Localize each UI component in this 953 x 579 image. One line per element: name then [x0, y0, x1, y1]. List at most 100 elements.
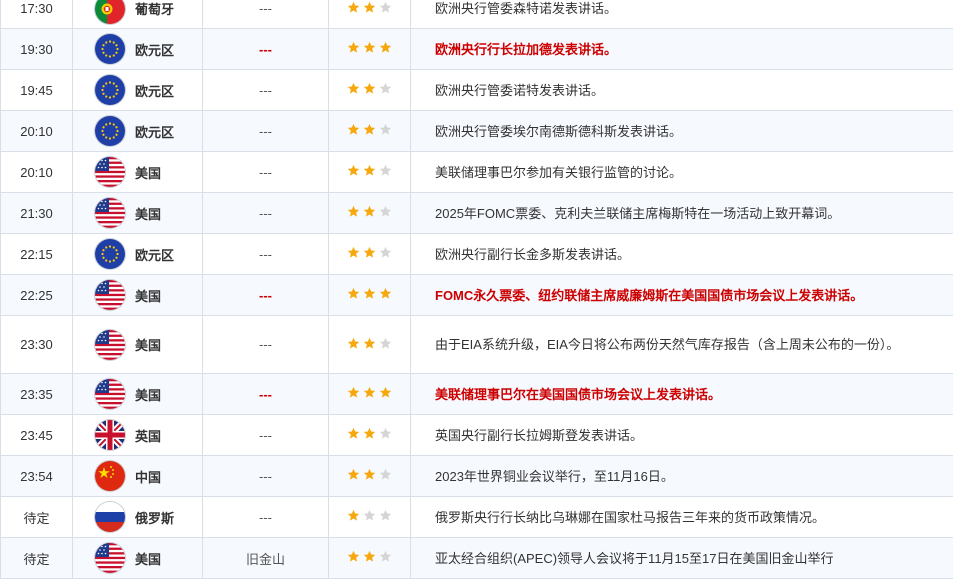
table-row[interactable]: 待定俄罗斯---俄罗斯央行行长纳比乌琳娜在国家杜马报告三年来的货币政策情况。	[1, 497, 953, 538]
city-cell: ---	[203, 374, 329, 415]
russia-flag-icon	[95, 502, 125, 532]
star-filled-icon	[347, 386, 360, 399]
eu-flag-icon	[95, 75, 125, 105]
event-description[interactable]: 美联储理事巴尔在美国国债市场会议上发表讲话。	[435, 387, 721, 402]
event-description[interactable]: 欧洲央行行长拉加德发表讲话。	[435, 42, 617, 57]
table-row[interactable]: 23:45 英国 --- 英国央行副行长拉姆斯登发表讲话。	[1, 415, 953, 456]
importance-cell	[329, 374, 411, 415]
event-description[interactable]: 2023年世界铜业会议举行，至11月16日。	[435, 469, 674, 484]
city-cell: ---	[203, 111, 329, 152]
city-cell: ---	[203, 415, 329, 456]
star-empty-icon	[379, 205, 392, 218]
event-description[interactable]: 欧洲央行管委诺特发表讲话。	[435, 83, 604, 98]
importance-cell	[329, 193, 411, 234]
event-description[interactable]: 欧洲央行管委森特诺发表讲话。	[435, 1, 617, 16]
city-name: ---	[259, 83, 272, 98]
event-cell: 欧洲央行副行长金多斯发表讲话。	[411, 234, 953, 275]
importance-stars	[347, 205, 392, 218]
city-name: ---	[259, 206, 272, 221]
event-time: 21:30	[20, 206, 53, 221]
city-name: ---	[259, 387, 272, 402]
city-name: ---	[259, 124, 272, 139]
event-description[interactable]: 美联储理事巴尔参加有关银行监管的讨论。	[435, 165, 682, 180]
importance-stars	[347, 1, 392, 14]
event-cell: 亚太经合组织(APEC)领导人会议将于11月15至17日在美国旧金山举行	[411, 538, 953, 579]
city-name: ---	[259, 165, 272, 180]
event-description[interactable]: 欧洲央行副行长金多斯发表讲话。	[435, 247, 630, 262]
table-row[interactable]: 19:45欧元区---欧洲央行管委诺特发表讲话。	[1, 70, 953, 111]
eu-flag-icon	[95, 34, 125, 64]
star-filled-icon	[363, 427, 376, 440]
country-name: 葡萄牙	[135, 0, 174, 18]
event-cell: 俄罗斯央行行长纳比乌琳娜在国家杜马报告三年来的货币政策情况。	[411, 497, 953, 538]
table-row[interactable]: 23:35美国---美联储理事巴尔在美国国债市场会议上发表讲话。	[1, 374, 953, 415]
star-filled-icon	[347, 164, 360, 177]
star-empty-icon	[379, 550, 392, 563]
city-cell: ---	[203, 70, 329, 111]
time-cell: 22:15	[1, 234, 73, 275]
portugal-flag-icon	[95, 0, 125, 24]
city-cell: ---	[203, 234, 329, 275]
importance-cell	[329, 538, 411, 579]
importance-cell	[329, 0, 411, 29]
table-row[interactable]: 23:54中国---2023年世界铜业会议举行，至11月16日。	[1, 456, 953, 497]
event-description[interactable]: FOMC永久票委、纽约联储主席威廉姆斯在美国国债市场会议上发表讲话。	[435, 288, 863, 303]
importance-cell	[329, 275, 411, 316]
star-filled-icon	[363, 550, 376, 563]
time-cell: 待定	[1, 497, 73, 538]
country-name: 欧元区	[135, 122, 174, 141]
event-description[interactable]: 俄罗斯央行行长纳比乌琳娜在国家杜马报告三年来的货币政策情况。	[435, 510, 825, 525]
event-cell: 美联储理事巴尔在美国国债市场会议上发表讲话。	[411, 374, 953, 415]
time-cell: 17:30	[1, 0, 73, 29]
importance-stars	[347, 337, 392, 350]
importance-stars	[347, 123, 392, 136]
city-name: ---	[259, 337, 272, 352]
star-filled-icon	[363, 123, 376, 136]
table-row[interactable]: 20:10 欧元区 --- 欧洲央行管委埃尔南德斯德科斯发表讲话。	[1, 111, 953, 152]
event-cell: 由于EIA系统升级，EIA今日将公布两份天然气库存报告（含上周未公布的一份）。	[411, 316, 953, 374]
star-empty-icon	[363, 509, 376, 522]
star-empty-icon	[379, 123, 392, 136]
star-filled-icon	[347, 337, 360, 350]
country-name: 俄罗斯	[135, 508, 174, 527]
event-description[interactable]: 2025年FOMC票委、克利夫兰联储主席梅斯特在一场活动上致开幕词。	[435, 206, 840, 221]
event-description[interactable]: 欧洲央行管委埃尔南德斯德科斯发表讲话。	[435, 124, 682, 139]
importance-cell	[329, 29, 411, 70]
country-name: 美国	[135, 385, 161, 404]
importance-stars	[347, 287, 392, 300]
event-description[interactable]: 英国央行副行长拉姆斯登发表讲话。	[435, 428, 643, 443]
importance-cell	[329, 152, 411, 193]
eu-flag-icon	[95, 116, 125, 146]
country-cell: 美国	[73, 538, 203, 579]
table-row[interactable]: 23:30美国---由于EIA系统升级，EIA今日将公布两份天然气库存报告（含上…	[1, 316, 953, 374]
time-cell: 20:10	[1, 152, 73, 193]
table-row[interactable]: 22:15欧元区---欧洲央行副行长金多斯发表讲话。	[1, 234, 953, 275]
event-time: 19:45	[20, 83, 53, 98]
event-cell: 2023年世界铜业会议举行，至11月16日。	[411, 456, 953, 497]
event-time: 22:25	[20, 288, 53, 303]
star-filled-icon	[347, 205, 360, 218]
table-row[interactable]: 待定美国旧金山亚太经合组织(APEC)领导人会议将于11月15至17日在美国旧金…	[1, 538, 953, 579]
star-empty-icon	[379, 82, 392, 95]
event-time: 20:10	[20, 124, 53, 139]
time-cell: 21:30	[1, 193, 73, 234]
event-description[interactable]: 由于EIA系统升级，EIA今日将公布两份天然气库存报告（含上周未公布的一份）。	[435, 337, 899, 352]
star-filled-icon	[363, 82, 376, 95]
table-row[interactable]: 21:30美国---2025年FOMC票委、克利夫兰联储主席梅斯特在一场活动上致…	[1, 193, 953, 234]
importance-cell	[329, 70, 411, 111]
eu-flag-icon	[95, 239, 125, 269]
city-name: ---	[259, 428, 272, 443]
star-filled-icon	[379, 41, 392, 54]
country-name: 英国	[135, 426, 161, 445]
us-flag-icon	[95, 280, 125, 310]
table-row[interactable]: 20:10美国---美联储理事巴尔参加有关银行监管的讨论。	[1, 152, 953, 193]
event-description[interactable]: 亚太经合组织(APEC)领导人会议将于11月15至17日在美国旧金山举行	[435, 551, 833, 566]
importance-cell	[329, 111, 411, 152]
us-flag-icon	[95, 198, 125, 228]
importance-stars	[347, 246, 392, 259]
table-row[interactable]: 19:30欧元区---欧洲央行行长拉加德发表讲话。	[1, 29, 953, 70]
event-cell: 欧洲央行管委诺特发表讲话。	[411, 70, 953, 111]
table-row[interactable]: 17:30葡萄牙---欧洲央行管委森特诺发表讲话。	[1, 0, 953, 29]
table-row[interactable]: 22:25美国---FOMC永久票委、纽约联储主席威廉姆斯在美国国债市场会议上发…	[1, 275, 953, 316]
event-time: 23:45	[20, 428, 53, 443]
